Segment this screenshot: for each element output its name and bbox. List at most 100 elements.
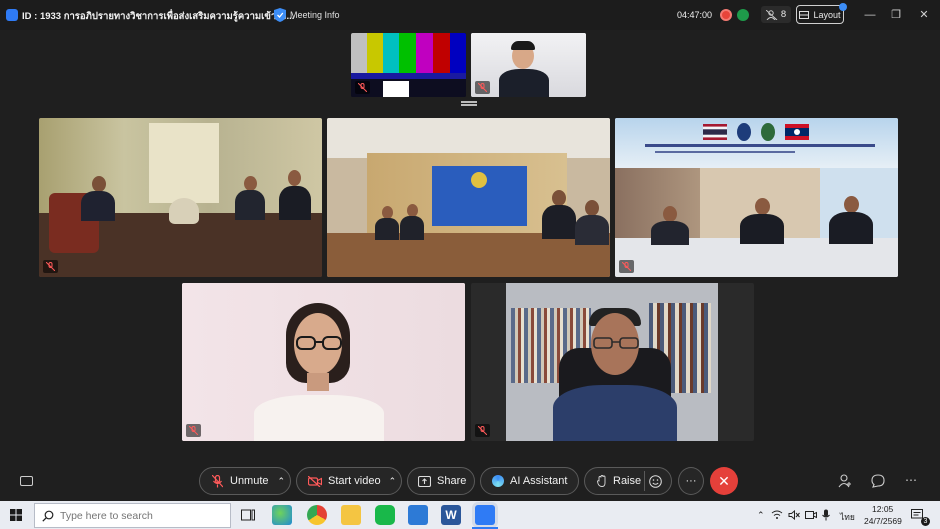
collapse-strip-handle[interactable] (461, 101, 477, 106)
mic-muted-icon (475, 424, 490, 437)
share-button[interactable]: Share (407, 467, 475, 495)
person-body (542, 205, 576, 239)
emblem-icon (471, 172, 487, 188)
network-status-icon[interactable] (737, 9, 749, 21)
video-tile-room-2[interactable] (327, 118, 610, 277)
shield-icon (274, 8, 286, 22)
participants-icon[interactable] (838, 474, 852, 488)
mic-muted-icon (475, 81, 490, 94)
unmute-button[interactable]: Unmute ⌃ (199, 467, 291, 495)
participant-shirt (553, 385, 677, 441)
minimize-icon[interactable]: — (863, 8, 877, 22)
person-body (81, 191, 115, 221)
chevron-up-icon[interactable]: ⌃ (278, 476, 286, 487)
edge-browser-icon[interactable] (272, 505, 292, 525)
share-screen-icon (418, 475, 431, 487)
video-tile-speaker-woman[interactable] (182, 283, 465, 441)
search-icon (42, 510, 54, 522)
clock-time[interactable]: 12:05 (872, 504, 893, 514)
unmute-label: Unmute (230, 475, 269, 487)
emoji-reaction-icon[interactable] (649, 475, 662, 488)
slide-header (615, 118, 898, 168)
raise-hand-button[interactable]: Raise (584, 467, 672, 495)
layout-label: Layout (813, 9, 841, 20)
recording-icon[interactable] (720, 9, 732, 21)
participant-shirt (254, 395, 384, 441)
task-view-icon[interactable] (241, 508, 255, 522)
windows-start-icon[interactable] (10, 509, 22, 521)
layout-notification-dot (839, 3, 847, 11)
participants-button[interactable]: 8 (761, 6, 791, 23)
meeting-timer: 04:47:00 (677, 10, 713, 20)
calculator-icon[interactable] (408, 505, 428, 525)
more-options-button[interactable]: ··· (678, 467, 704, 495)
slide-title-line (645, 144, 875, 147)
thai-flag-icon (703, 124, 727, 140)
person-head (755, 198, 770, 215)
close-icon[interactable]: ✕ (917, 8, 931, 22)
glasses-icon (593, 337, 639, 349)
volume-muted-icon[interactable] (788, 510, 800, 520)
video-tile-speaker-man[interactable] (471, 283, 754, 441)
end-call-button[interactable]: ✕ (710, 467, 738, 495)
close-icon: ✕ (718, 472, 730, 489)
mic-muted-icon (212, 474, 223, 487)
person-body (829, 212, 873, 244)
layout-button[interactable]: Layout (796, 5, 844, 24)
start-video-button[interactable]: Start video ⌃ (296, 467, 402, 495)
wifi-icon[interactable] (771, 510, 783, 520)
meeting-app-icon[interactable] (475, 505, 495, 525)
more-menu-icon[interactable]: ⋯ (905, 473, 917, 487)
search-input[interactable] (60, 509, 220, 522)
person-head (92, 176, 106, 192)
hand-icon (597, 475, 606, 487)
participant-hair (511, 41, 535, 50)
title-bar: ID : 1933 การอภิปรายทางวิชาการเพื่อส่งเส… (0, 0, 940, 30)
divider (644, 471, 645, 491)
participants-muted-icon (765, 9, 778, 20)
lao-flag-icon (785, 124, 809, 140)
person-head (244, 176, 257, 191)
person-body (740, 214, 784, 244)
person-head (663, 206, 677, 222)
video-tile-test-pattern[interactable] (351, 33, 466, 97)
slide-subtitle-line (655, 151, 795, 153)
emblem-icon (737, 123, 751, 141)
chevron-up-icon[interactable]: ⌃ (389, 476, 397, 487)
chevron-up-icon[interactable]: ⌃ (757, 510, 765, 521)
video-tile-room-1[interactable] (39, 118, 322, 277)
start-video-label: Start video (328, 475, 381, 487)
word-icon[interactable]: W (441, 505, 461, 525)
captions-icon[interactable] (20, 476, 33, 486)
glasses-icon (296, 336, 342, 350)
mic-muted-icon (619, 260, 634, 273)
participant-neck (307, 373, 329, 391)
line-app-icon[interactable] (375, 505, 395, 525)
file-explorer-icon[interactable] (341, 505, 361, 525)
ceiling (327, 118, 610, 158)
clock-date[interactable]: 24/7/2569 (864, 516, 902, 526)
person-head (844, 196, 859, 213)
layout-grid-icon (799, 10, 810, 19)
window (149, 123, 219, 203)
meeting-info-button[interactable]: Meeting Info (290, 10, 340, 20)
flower-arrangement (169, 198, 199, 224)
language-indicator[interactable]: ไทย (840, 510, 855, 524)
video-tile-participant[interactable] (471, 33, 586, 97)
video-tile-presentation[interactable] (615, 118, 898, 277)
camera-tray-icon[interactable] (805, 510, 817, 520)
chrome-icon[interactable] (307, 505, 327, 525)
chat-icon[interactable] (871, 474, 885, 488)
taskbar-search[interactable] (34, 503, 231, 528)
person-body (651, 221, 689, 245)
person-body (400, 216, 424, 240)
person-body (279, 186, 311, 220)
mic-muted-icon (355, 81, 370, 94)
participant-suit (499, 69, 549, 97)
conference-table (327, 233, 610, 277)
ai-assistant-icon (492, 475, 504, 487)
app-logo-icon (6, 9, 18, 21)
restore-icon[interactable]: ❐ (889, 8, 903, 22)
ai-assistant-button[interactable]: AI Assistant (480, 467, 579, 495)
microphone-icon[interactable] (822, 509, 830, 521)
